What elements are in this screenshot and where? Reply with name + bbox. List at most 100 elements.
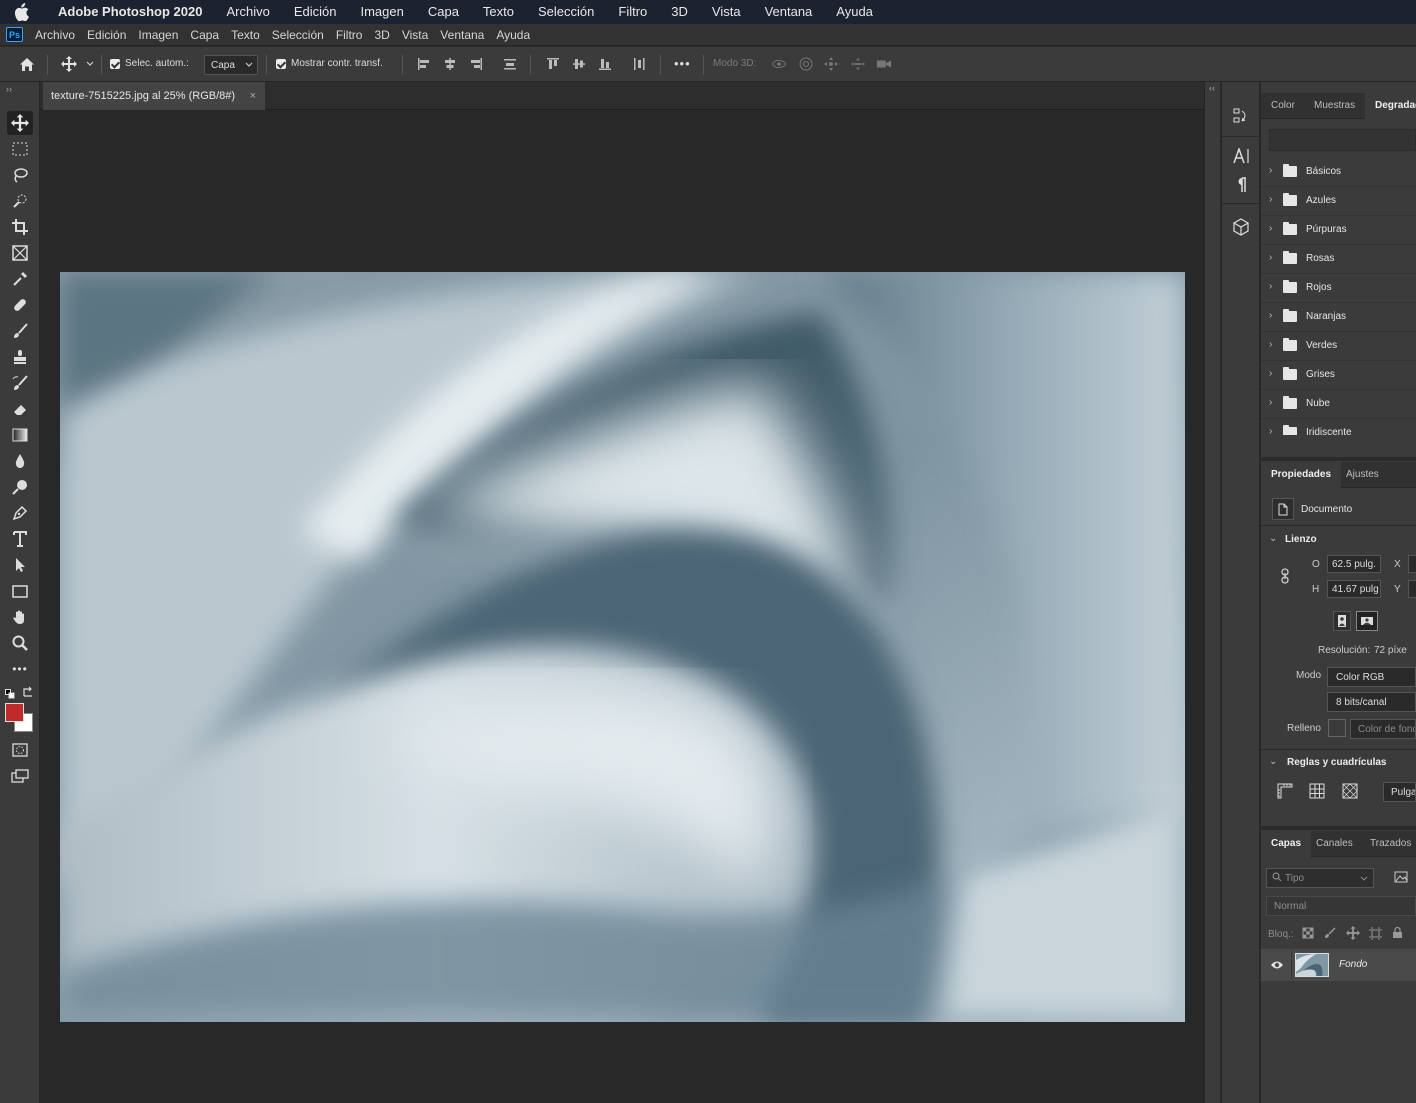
canvas-width-field[interactable]: 62.5 pulg.: [1327, 555, 1381, 573]
eyedropper-tool-icon[interactable]: [7, 267, 33, 291]
lock-all-icon[interactable]: [1392, 926, 1403, 942]
mac-menu-3d[interactable]: 3D: [659, 0, 700, 24]
menu-imagen[interactable]: Imagen: [132, 24, 184, 46]
auto-select-checkbox[interactable]: [110, 59, 120, 69]
gradient-folder[interactable]: › Rosas: [1261, 245, 1416, 274]
tab-capas[interactable]: Capas: [1261, 831, 1312, 857]
lock-transparency-icon[interactable]: [1302, 927, 1314, 942]
fill-color-swatch[interactable]: [1328, 719, 1346, 737]
align-middle-v-icon[interactable]: [571, 56, 587, 72]
landscape-orientation-icon[interactable]: [1356, 611, 1378, 631]
portrait-orientation-icon[interactable]: [1333, 611, 1351, 631]
lock-artboard-icon[interactable]: [1369, 927, 1382, 943]
frame-tool-icon[interactable]: [7, 241, 33, 265]
bit-depth-dropdown[interactable]: 8 bits/canal: [1327, 692, 1416, 712]
pixel-grid-icon[interactable]: [1342, 783, 1358, 802]
menu-filtro[interactable]: Filtro: [330, 24, 369, 46]
home-icon[interactable]: [19, 56, 35, 72]
document-tab[interactable]: texture-7515225.jpg al 25% (RGB/8#) ×: [43, 82, 266, 110]
align-top-icon[interactable]: [545, 56, 561, 72]
gradient-folder[interactable]: › Grises: [1261, 361, 1416, 390]
quick-selection-tool-icon[interactable]: [7, 189, 33, 213]
lock-pixels-icon[interactable]: [1324, 927, 1336, 942]
menu-archivo[interactable]: Archivo: [29, 24, 81, 46]
menu-texto[interactable]: Texto: [225, 24, 266, 46]
mac-menu-capa[interactable]: Capa: [416, 0, 471, 24]
swap-colors-icon[interactable]: [22, 685, 34, 703]
marquee-tool-icon[interactable]: [7, 137, 33, 161]
move-tool-icon[interactable]: [61, 56, 77, 72]
default-colors-icon[interactable]: [5, 686, 15, 704]
tab-canales[interactable]: Canales: [1306, 831, 1363, 857]
menu-vista[interactable]: Vista: [396, 24, 434, 46]
filter-image-layers-icon[interactable]: [1394, 871, 1408, 886]
gradient-folder[interactable]: › Púrpuras: [1261, 216, 1416, 245]
mac-menu-ayuda[interactable]: Ayuda: [824, 0, 885, 24]
zoom-tool-icon[interactable]: [7, 631, 33, 655]
mac-menu-seleccion[interactable]: Selección: [526, 0, 606, 24]
lock-position-icon[interactable]: [1346, 926, 1360, 943]
quick-mask-icon[interactable]: [7, 738, 33, 762]
mac-menu-vista[interactable]: Vista: [700, 0, 753, 24]
distribute-v-icon[interactable]: [631, 56, 647, 72]
tab-ajustes[interactable]: Ajustes: [1336, 462, 1389, 488]
document-image[interactable]: [60, 272, 1185, 1022]
roll-3d-icon[interactable]: [798, 56, 814, 72]
gradient-folder[interactable]: › Nube: [1261, 390, 1416, 419]
rectangle-tool-icon[interactable]: [7, 579, 33, 603]
align-left-icon[interactable]: [416, 56, 432, 72]
align-center-h-icon[interactable]: [442, 56, 458, 72]
paragraph-panel-icon[interactable]: [1235, 177, 1247, 198]
mac-menu-texto[interactable]: Texto: [471, 0, 526, 24]
color-mode-dropdown[interactable]: Color RGB: [1327, 667, 1416, 687]
auto-select-dropdown[interactable]: Capa: [204, 55, 258, 75]
dodge-tool-icon[interactable]: [7, 475, 33, 499]
menu-edicion[interactable]: Edición: [81, 24, 132, 46]
pen-tool-icon[interactable]: [7, 501, 33, 525]
collapse-panels-icon[interactable]: ‹‹: [1209, 83, 1215, 93]
mac-menu-ventana[interactable]: Ventana: [753, 0, 825, 24]
tab-color[interactable]: Color: [1261, 93, 1305, 119]
healing-brush-tool-icon[interactable]: [7, 293, 33, 317]
canvas-x-field[interactable]: [1408, 555, 1416, 573]
tab-trazados[interactable]: Trazados: [1360, 831, 1416, 857]
gradient-folder[interactable]: › Verdes: [1261, 332, 1416, 361]
mac-menu-filtro[interactable]: Filtro: [606, 0, 659, 24]
gradient-folder[interactable]: › Azules: [1261, 187, 1416, 216]
3d-panel-icon[interactable]: [1233, 218, 1249, 241]
mac-menu-imagen[interactable]: Imagen: [348, 0, 415, 24]
history-panel-icon[interactable]: [1233, 107, 1249, 130]
distribute-icon[interactable]: [502, 56, 518, 72]
align-right-icon[interactable]: [468, 56, 484, 72]
canvas-height-field[interactable]: 41.67 pulg: [1327, 580, 1381, 598]
foreground-color-swatch[interactable]: [5, 703, 24, 722]
eraser-tool-icon[interactable]: [7, 397, 33, 421]
chevron-down-icon[interactable]: ⌄: [1269, 533, 1277, 544]
blend-mode-dropdown[interactable]: Normal: [1266, 896, 1416, 916]
gradient-folder[interactable]: › Básicos: [1261, 158, 1416, 187]
canvas-y-field[interactable]: [1408, 580, 1416, 598]
mac-menu-archivo[interactable]: Archivo: [214, 0, 281, 24]
canvas-area[interactable]: [40, 110, 1204, 1103]
apple-icon[interactable]: [0, 0, 42, 24]
show-transform-checkbox[interactable]: [276, 59, 286, 69]
brush-tool-icon[interactable]: [7, 319, 33, 343]
collapse-toolbar-icon[interactable]: ››: [6, 84, 12, 94]
slide-3d-icon[interactable]: [850, 56, 866, 72]
more-options-icon[interactable]: •••: [674, 56, 691, 71]
blur-tool-icon[interactable]: [7, 449, 33, 473]
tab-muestras[interactable]: Muestras: [1304, 93, 1365, 119]
menu-app-name[interactable]: Adobe Photoshop 2020: [42, 0, 214, 24]
units-dropdown[interactable]: Pulga: [1383, 782, 1416, 802]
grid-icon[interactable]: [1309, 783, 1325, 802]
menu-capa[interactable]: Capa: [184, 24, 225, 46]
close-tab-icon[interactable]: ×: [250, 82, 256, 110]
eye-icon[interactable]: [1270, 960, 1284, 973]
path-selection-tool-icon[interactable]: [7, 553, 33, 577]
fill-dropdown[interactable]: Color de fondo: [1350, 719, 1416, 739]
screen-mode-icon[interactable]: [7, 764, 33, 788]
layer-filter-dropdown[interactable]: Tipo: [1266, 868, 1374, 888]
link-dimensions-icon[interactable]: [1280, 568, 1290, 587]
history-brush-tool-icon[interactable]: [7, 371, 33, 395]
orbit-3d-icon[interactable]: [771, 56, 787, 72]
